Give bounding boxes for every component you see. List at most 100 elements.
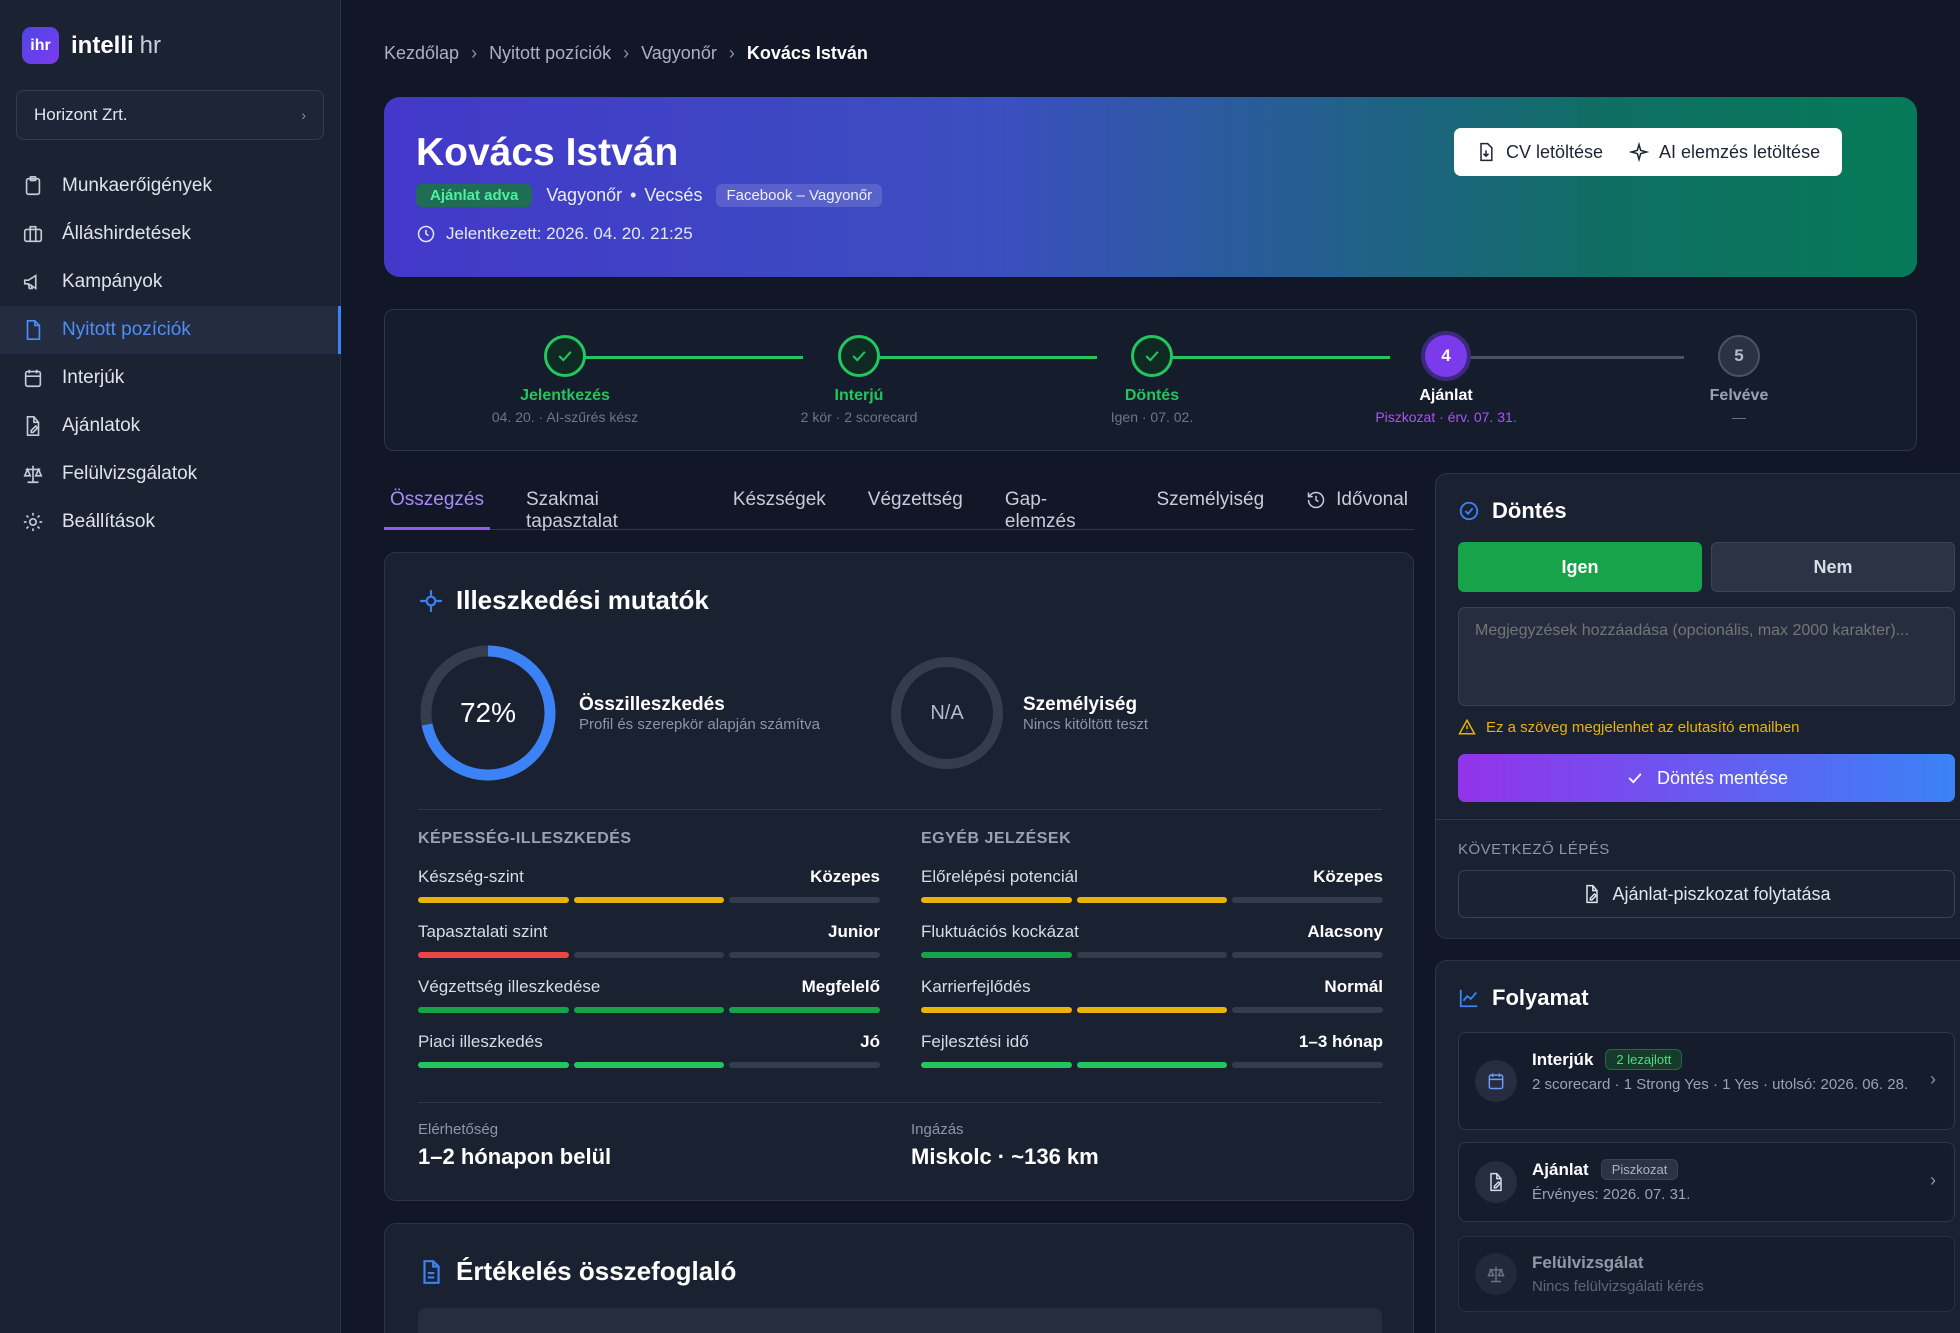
other-metric: Karrierfejlődés Normál	[921, 977, 1384, 1013]
divider	[1436, 819, 1960, 820]
sidebar-item-ajanlatok[interactable]: Ajánlatok	[0, 402, 341, 450]
metric-bar-segment	[1232, 897, 1384, 903]
process-item-title: Ajánlat Piszkozat	[1532, 1159, 1679, 1180]
decision-title-text: Döntés	[1492, 498, 1567, 523]
other-signals-heading: EGYÉB JELZÉSEK	[921, 830, 1072, 847]
metric-bar-segment	[418, 1007, 569, 1013]
tab-vegzettseg[interactable]: Végzettség	[862, 473, 969, 530]
step-ajanlat[interactable]: 4 Ajánlat Piszkozat · érv. 07. 31.	[1316, 335, 1576, 425]
check-icon	[1145, 351, 1159, 362]
metric-bar-segment	[1076, 952, 1228, 958]
step-interju[interactable]: Interjú 2 kör · 2 scorecard	[729, 335, 989, 425]
check-icon	[852, 351, 866, 362]
summary-card-title: Értékelés összefoglaló	[418, 1256, 736, 1287]
metric-value: Megfelelő	[801, 977, 880, 996]
sidebar-item-munkaeroigenyek[interactable]: Munkaerőigények	[0, 162, 341, 210]
other-metric: Fejlesztési idő 1–3 hónap	[921, 1032, 1384, 1068]
process-item-sub: Érvényes: 2026. 07. 31.	[1532, 1186, 1691, 1203]
sidebar-item-nyitott-poziciok[interactable]: Nyitott pozíciók	[0, 306, 341, 354]
save-decision-button[interactable]: Döntés mentése	[1458, 754, 1955, 802]
summary-title-text: Értékelés összefoglaló	[456, 1256, 737, 1286]
progress-stepper: Jelentkezés 04. 20. · AI-szűrés kész Int…	[384, 309, 1917, 451]
breadcrumb-open-positions[interactable]: Nyitott pozíciók	[489, 43, 611, 64]
scale-icon	[1487, 1266, 1505, 1283]
process-title-text: Folyamat	[1492, 985, 1589, 1010]
sidebar-item-label: Beállítások	[62, 511, 155, 532]
step-felveve[interactable]: 5 Felvéve —	[1609, 335, 1869, 425]
metric-bar-segment	[1232, 1062, 1384, 1068]
metric-bar-segment	[1076, 1062, 1228, 1068]
sidebar-item-allashirdetesek[interactable]: Álláshirdetések	[0, 210, 341, 258]
metric-bar-segment	[1232, 1007, 1384, 1013]
evaluation-summary-card: Értékelés összefoglaló	[384, 1223, 1414, 1333]
metric-bar-segment	[573, 1062, 725, 1068]
tab-osszegzes[interactable]: Összegzés	[384, 473, 490, 530]
sidebar-item-kampanyok[interactable]: Kampányok	[0, 258, 341, 306]
no-button[interactable]: Nem	[1711, 542, 1955, 592]
metric-bar-segment	[573, 897, 725, 903]
sidebar-item-label: Munkaerőigények	[62, 175, 212, 196]
metric-bar-segment	[1232, 952, 1384, 958]
step-jelentkezes[interactable]: Jelentkezés 04. 20. · AI-szűrés kész	[435, 335, 695, 425]
step-dontes[interactable]: Döntés Igen · 07. 02.	[1022, 335, 1282, 425]
file-edit-icon	[1586, 884, 1599, 904]
tab-idovonal[interactable]: Idővonal	[1300, 473, 1414, 530]
process-item-interviews[interactable]: Interjúk 2 lezajlott 2 scorecard · 1 Str…	[1458, 1032, 1955, 1130]
summary-text-box	[418, 1308, 1382, 1333]
tab-keszsegek[interactable]: Készségek	[727, 473, 832, 530]
sidebar-item-label: Felülvizsgálatok	[62, 463, 198, 484]
metric-label: Készség-szint	[418, 867, 524, 886]
org-name: Horizont Zrt.	[34, 105, 128, 124]
metric-bar-segment	[418, 897, 569, 903]
metric-label: Karrierfejlődés	[921, 977, 1031, 996]
metric-bar	[921, 897, 1384, 903]
calendar-icon	[1488, 1073, 1504, 1090]
candidate-name: Kovács István	[416, 131, 679, 174]
capability-metric: Végzettség illeszkedése Megfelelő	[418, 977, 881, 1013]
step-done-circle	[838, 335, 880, 377]
status-badge: Piszkozat	[1600, 1159, 1679, 1180]
overall-fit-value: 72%	[459, 697, 517, 728]
metric-row: Tapasztalati szint Junior	[418, 922, 880, 942]
process-item-title: Felülvizsgálat	[1532, 1253, 1644, 1272]
metric-label: Előrelépési potenciál	[921, 867, 1078, 886]
org-selector[interactable]: Horizont Zrt. ›	[16, 90, 324, 140]
process-item-offer[interactable]: Ajánlat Piszkozat Érvényes: 2026. 07. 31…	[1458, 1142, 1955, 1222]
scale-icon	[23, 465, 43, 484]
sidebar-item-felulvizsgalatok[interactable]: Felülvizsgálatok	[0, 450, 341, 498]
logo[interactable]: ihr intelli hr	[22, 27, 161, 64]
metric-bar	[921, 952, 1384, 958]
tab-szemelyiseg[interactable]: Személyiség	[1150, 473, 1270, 530]
breadcrumb-separator: ›	[623, 43, 630, 63]
sidebar-item-beallitasok[interactable]: Beállítások	[0, 498, 341, 546]
breadcrumb-home[interactable]: Kezdőlap	[384, 43, 459, 64]
metric-value: Közepes	[1313, 867, 1383, 886]
download-ai-analysis-button[interactable]: AI elemzés letöltése	[1607, 128, 1843, 176]
tab-gap-elemzes[interactable]: Gap-elemzés	[999, 473, 1121, 532]
step-done-circle	[544, 335, 586, 377]
yes-button[interactable]: Igen	[1458, 542, 1702, 592]
breadcrumb-separator: ›	[728, 43, 735, 63]
check-icon	[558, 351, 572, 362]
step-pending-circle: 5	[1718, 335, 1760, 377]
candidate-header: Kovács István Ajánlat adva Vagyonőr • Ve…	[384, 97, 1917, 277]
sidebar-item-interjuk[interactable]: Interjúk	[0, 354, 341, 402]
metric-label: Végzettség illeszkedése	[418, 977, 601, 996]
fit-card-title: Illeszkedési mutatók	[418, 585, 709, 616]
download-cv-button[interactable]: CV letöltése	[1454, 128, 1626, 176]
metric-row: Készség-szint Közepes	[418, 867, 880, 887]
breadcrumb: Kezdőlap › Nyitott pozíciók › Vagyonőr ›…	[384, 43, 868, 64]
chevron-right-icon: ›	[1930, 1170, 1936, 1190]
metric-label: Fluktuációs kockázat	[921, 922, 1079, 941]
warning-icon	[1458, 718, 1476, 735]
breadcrumb-position[interactable]: Vagyonőr	[641, 43, 717, 64]
metric-bar-segment	[729, 952, 881, 958]
commute: Ingázás Miskolc · ~136 km	[911, 1121, 1099, 1169]
email-warning: Ez a szöveg megjelenhet az elutasító ema…	[1458, 718, 1800, 736]
candidate-location: Vecsés	[644, 185, 703, 205]
metric-bar-segment	[418, 1062, 569, 1068]
decision-notes-input[interactable]	[1458, 607, 1955, 706]
logo-badge: ihr	[22, 27, 59, 64]
tab-szakmai-tapasztalat[interactable]: Szakmai tapasztalat	[520, 473, 697, 532]
continue-offer-draft-button[interactable]: Ajánlat-piszkozat folytatása	[1458, 870, 1955, 918]
